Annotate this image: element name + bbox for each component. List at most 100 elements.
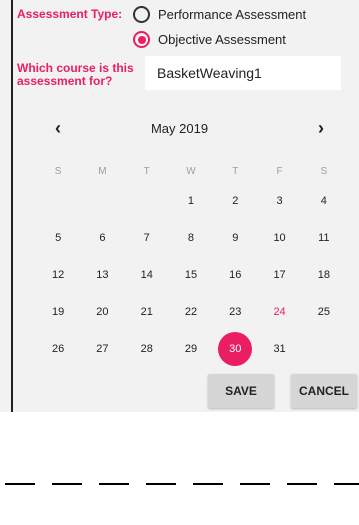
calendar-month-title: May 2019: [150, 121, 209, 136]
calendar-day-label: 19: [52, 306, 65, 318]
save-button[interactable]: SAVE: [208, 374, 274, 408]
divider-dash: [146, 483, 176, 485]
calendar-day[interactable]: 10: [257, 223, 301, 253]
radio-performance-assessment[interactable]: Performance Assessment: [133, 6, 306, 23]
calendar-grid: S M T W T F S 1 2 3 4 5 6 7 8 9 10 11 12 13 14 15 16 17 18 19 20 21…: [36, 156, 346, 371]
next-month-button[interactable]: ›: [318, 118, 324, 138]
cancel-button[interactable]: CANCEL: [291, 374, 357, 408]
calendar-day-label: 12: [52, 269, 65, 281]
calendar-day[interactable]: 9: [213, 223, 257, 253]
divider-dash: [193, 483, 223, 485]
divider-dash: [287, 483, 317, 485]
calendar-day-label: 30: [218, 332, 253, 366]
calendar-blank-cell: [36, 186, 80, 216]
calendar-day[interactable]: 23: [213, 297, 257, 327]
weekday-header: S: [320, 165, 328, 177]
calendar-day-label: 2: [232, 195, 239, 207]
calendar-day[interactable]: 17: [257, 260, 301, 290]
divider-dash: [240, 483, 270, 485]
calendar-day-label: 29: [184, 343, 198, 355]
screen: Assessment Type: Performance Assessment …: [0, 0, 359, 525]
radio-objective-assessment[interactable]: Objective Assessment: [133, 31, 286, 48]
radio-checked-icon: [133, 31, 150, 48]
weekday-header: S: [54, 165, 62, 177]
calendar-day[interactable]: 26: [36, 334, 80, 364]
calendar-day-label: 31: [273, 343, 286, 355]
assessment-form-panel: Assessment Type: Performance Assessment …: [0, 0, 359, 412]
calendar-day-label: 5: [55, 232, 62, 244]
weekday-header: W: [186, 165, 196, 177]
calendar-day-label: 15: [184, 269, 198, 281]
divider-dash: [52, 483, 82, 485]
calendar-day-label: 6: [99, 232, 106, 244]
calendar-day[interactable]: 25: [302, 297, 346, 327]
course-question-label: Which course is this assessment for?: [17, 62, 134, 88]
divider-dash: [334, 483, 359, 485]
calendar-day[interactable]: 19: [36, 297, 80, 327]
divider-dash: [99, 483, 129, 485]
calendar-day[interactable]: 5: [36, 223, 80, 253]
calendar-day-label: 23: [229, 306, 242, 318]
calendar-day[interactable]: 2: [213, 186, 257, 216]
dashed-divider: [0, 483, 359, 486]
calendar-blank-cell: [80, 186, 124, 216]
calendar-day[interactable]: 1: [169, 186, 213, 216]
radio-unchecked-icon: [133, 6, 150, 23]
course-question-line-2: assessment for?: [17, 74, 113, 88]
calendar-day-label: 1: [187, 195, 195, 207]
calendar-day[interactable]: 27: [80, 334, 124, 364]
calendar-day-label: 26: [52, 343, 65, 355]
radio-label-objective: Objective Assessment: [158, 32, 286, 47]
calendar-day[interactable]: 15: [169, 260, 213, 290]
calendar-day-label: 28: [140, 343, 153, 355]
calendar-blank-cell: [125, 186, 169, 216]
calendar-day[interactable]: 29: [169, 334, 213, 364]
calendar-day-label: 7: [143, 232, 150, 244]
calendar-day-label: 10: [273, 232, 286, 244]
course-name-input[interactable]: [145, 56, 341, 90]
calendar-day-label: 17: [273, 269, 286, 281]
calendar-day-label: 25: [317, 306, 330, 318]
weekday-header: T: [232, 165, 239, 177]
calendar-day[interactable]: 8: [169, 223, 213, 253]
radio-label-performance: Performance Assessment: [158, 7, 307, 22]
calendar-day-label: 3: [276, 195, 283, 207]
divider-dash: [5, 483, 35, 485]
calendar-day-label: 18: [317, 269, 330, 281]
calendar-day-selected[interactable]: 30: [213, 332, 257, 366]
calendar-day[interactable]: 20: [80, 297, 124, 327]
calendar-day[interactable]: 12: [36, 260, 80, 290]
left-border: [11, 0, 13, 412]
assessment-type-label: Assessment Type:: [17, 7, 123, 21]
calendar-day[interactable]: 11: [302, 223, 346, 253]
calendar-day-label: 8: [187, 232, 195, 244]
calendar-day-label: 16: [229, 269, 242, 281]
calendar-day[interactable]: 28: [125, 334, 169, 364]
calendar-day-label: 9: [232, 232, 239, 244]
calendar-day[interactable]: 13: [80, 260, 124, 290]
calendar-day-label: 13: [96, 269, 109, 281]
calendar-day-label: 27: [96, 343, 109, 355]
calendar-day-label: 22: [184, 306, 198, 318]
weekday-header: T: [143, 165, 150, 177]
calendar-day[interactable]: 24: [257, 297, 301, 327]
calendar-day[interactable]: 6: [80, 223, 124, 253]
calendar-day-label: 11: [318, 232, 330, 244]
calendar-day-label: 14: [140, 269, 153, 281]
calendar-day[interactable]: 16: [213, 260, 257, 290]
calendar-day[interactable]: 31: [257, 334, 301, 364]
calendar-day[interactable]: 18: [302, 260, 346, 290]
calendar-day-label: 20: [96, 306, 109, 318]
calendar-day-label: 24: [273, 306, 286, 318]
calendar-day[interactable]: 14: [125, 260, 169, 290]
calendar-day[interactable]: 22: [169, 297, 213, 327]
weekday-header: F: [276, 165, 283, 177]
calendar-day-label: 21: [140, 306, 153, 318]
chevron-right-icon: ›: [318, 118, 324, 138]
calendar-day[interactable]: 21: [125, 297, 169, 327]
calendar-day[interactable]: 4: [302, 186, 346, 216]
calendar-day-label: 4: [320, 195, 327, 207]
calendar-day[interactable]: 3: [257, 186, 301, 216]
calendar-day[interactable]: 7: [125, 223, 169, 253]
weekday-header: M: [98, 165, 107, 177]
